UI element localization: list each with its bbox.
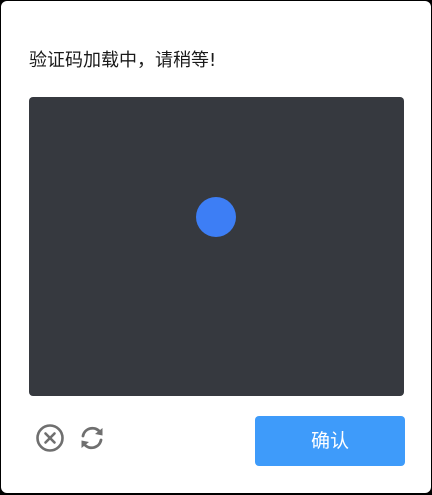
loading-indicator — [196, 197, 236, 237]
close-circle-icon — [36, 424, 64, 452]
captcha-dialog: 验证码加载中，请稍等! 确认 — [1, 1, 431, 493]
refresh-icon — [81, 426, 103, 450]
close-button[interactable] — [34, 422, 66, 454]
captcha-image-area — [29, 97, 404, 396]
confirm-button[interactable]: 确认 — [255, 416, 405, 466]
loading-message: 验证码加载中，请稍等! — [29, 50, 217, 71]
refresh-button[interactable] — [76, 422, 108, 454]
